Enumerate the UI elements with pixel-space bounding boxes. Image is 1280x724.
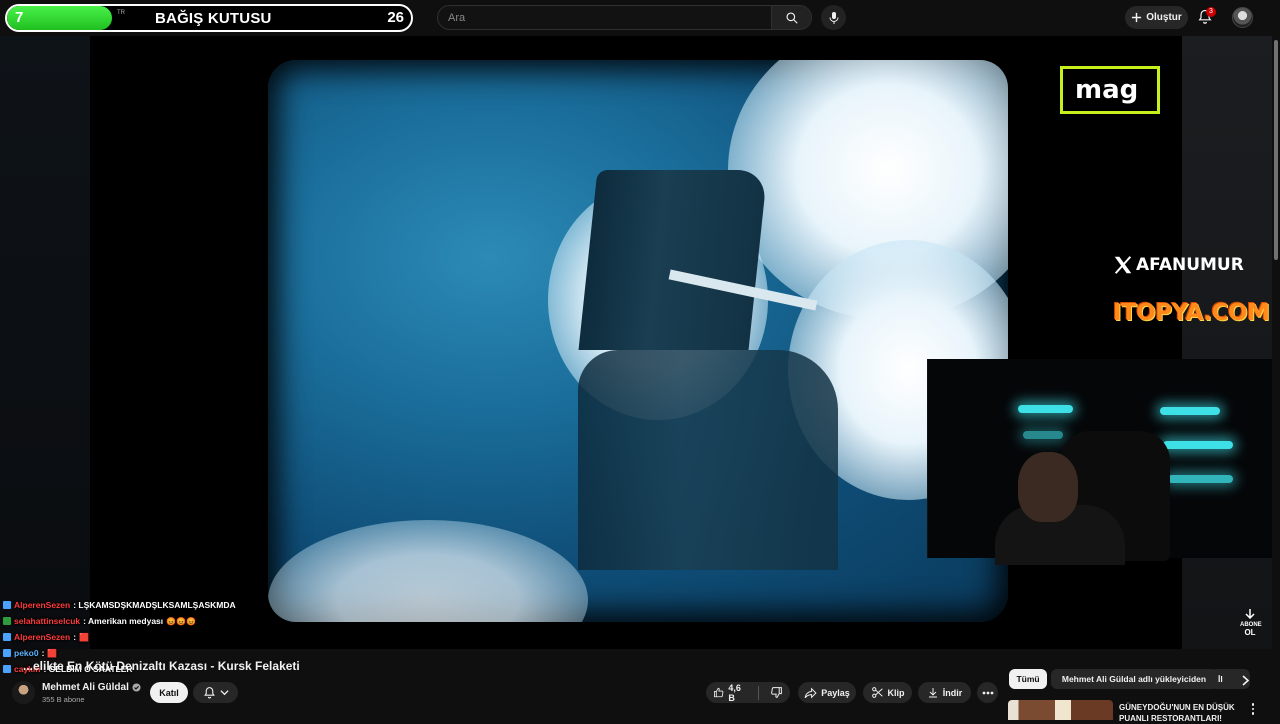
chat-badge-icon (3, 617, 11, 625)
create-button[interactable]: Oluştur (1125, 6, 1188, 29)
clip-button[interactable]: Klip (863, 682, 912, 703)
chat-username: selahattinselcuk (14, 616, 81, 626)
chat-badge-icon (3, 665, 11, 673)
chips-next-button[interactable] (1237, 672, 1253, 688)
notification-count-badge: 3 (1206, 7, 1216, 17)
account-avatar[interactable] (1232, 7, 1253, 28)
like-count: 4,6 B (728, 682, 741, 703)
chat-username: AlperenSezen (14, 600, 71, 610)
chat-message: AlperenSezen : 🟥 (0, 629, 330, 645)
chat-badge-icon (3, 633, 11, 641)
chat-text: : (73, 632, 77, 642)
notifications-button[interactable]: 3 (1197, 7, 1217, 28)
channel-name: Mehmet Ali Güldal (42, 682, 129, 693)
chat-badge-icon (3, 649, 11, 657)
recommendation-more-button[interactable] (1248, 702, 1258, 716)
donation-goal-value: 26 (387, 9, 404, 26)
more-dot (1251, 707, 1255, 711)
share-icon (804, 686, 817, 699)
donation-goal-bar: 7 TR BAĞIŞ KUTUSU 26 (5, 4, 413, 32)
chevron-down-icon (219, 690, 229, 696)
more-dot (1251, 712, 1255, 715)
share-button[interactable]: Paylaş (798, 682, 856, 703)
top-bar: 7 TR BAĞIŞ KUTUSU 26 Oluştur 3 (0, 0, 1280, 36)
more-actions-button[interactable] (977, 682, 998, 703)
chevron-right-icon (1241, 674, 1249, 686)
thumbs-down-icon (771, 687, 782, 698)
sponsor-logo: ITOPYA.COM (1113, 300, 1270, 326)
subscribe-watermark-line2: OL (1244, 628, 1256, 637)
subscriber-count: 355 B abone (42, 695, 85, 704)
x-handle-text: AFANUMUR (1136, 255, 1244, 275)
scissors-icon (871, 687, 883, 698)
chat-text: : Amerikan medyası (83, 616, 164, 626)
recommendation-filter-chips: Tümü Mehmet Ali Güldal adlı yükleyiciden… (1008, 669, 1258, 691)
download-label: İndir (942, 687, 963, 698)
join-button[interactable]: Katıl (150, 682, 188, 703)
search-box (437, 5, 812, 30)
create-label: Oluştur (1146, 12, 1182, 23)
donation-tr-mark: TR (117, 10, 125, 16)
webcam-person-head (1018, 452, 1078, 522)
voice-search-button[interactable] (821, 5, 846, 30)
chat-badge-icon (3, 601, 11, 609)
x-logo-icon (1114, 256, 1132, 274)
mag-logo: mag (1060, 66, 1160, 114)
recommendation-title[interactable]: GÜNEYDOĞU'NUN EN DÜŞÜK PUANLI RESTORANTL… (1119, 702, 1237, 724)
microphone-icon (829, 11, 838, 24)
chat-message: selahattinselcuk : Amerikan medyası 😡😡😡 (0, 613, 330, 629)
chat-username: AlperenSezen (14, 632, 71, 642)
arrow-down-icon (1245, 609, 1255, 620)
video-player[interactable]: mag AFANUMUR ITOPYA.COM ABONE OL (0, 36, 1272, 649)
like-button[interactable]: 4,6 B (706, 682, 754, 703)
subscription-bell-button[interactable] (193, 682, 238, 703)
video-title: ...elikte En Kötü Denizaltı Kazası - Kur… (23, 659, 300, 673)
search-button[interactable] (771, 6, 811, 29)
like-dislike-group: 4,6 B (706, 682, 790, 703)
download-icon (928, 688, 937, 698)
chat-text: : LŞKAMSDŞKMADŞLKSAMLŞASKMDA (73, 600, 236, 610)
download-button[interactable]: İndir (918, 682, 971, 703)
video-scene-submarine (268, 60, 1008, 622)
plus-icon (1132, 12, 1142, 23)
bell-icon (203, 687, 215, 699)
scrollbar-thumb[interactable] (1274, 40, 1278, 260)
like-divider (758, 685, 759, 700)
chat-message: AlperenSezen : LŞKAMSDŞKMADŞLKSAMLŞASKMD… (0, 597, 330, 613)
channel-name-link[interactable]: Mehmet Ali Güldal (42, 682, 141, 693)
chat-emoji: 🟥 (79, 632, 90, 642)
chat-emoji: 😡😡😡 (166, 616, 197, 626)
channel-avatar[interactable] (12, 681, 35, 704)
chat-text: : (41, 648, 45, 658)
chat-emoji: 🟥 (47, 648, 58, 658)
search-icon (785, 11, 798, 24)
chip-all[interactable]: Tümü (1009, 669, 1047, 689)
more-dot (1251, 703, 1255, 706)
dislike-button[interactable] (763, 682, 790, 703)
x-social-handle: AFANUMUR (1112, 254, 1244, 276)
recommendation-thumbnail[interactable] (1008, 700, 1113, 720)
thumbs-up-icon (713, 687, 724, 698)
verified-icon (132, 683, 141, 692)
chat-username: peko0 (14, 648, 39, 658)
more-horizontal-icon (982, 691, 993, 694)
donation-title: BAĞIŞ KUTUSU (155, 10, 272, 27)
chip-from-uploader[interactable]: Mehmet Ali Güldal adlı yükleyiciden (1051, 669, 1217, 689)
stream-left-panel (0, 36, 90, 649)
share-label: Paylaş (821, 687, 850, 698)
clip-label: Klip (887, 687, 905, 698)
donation-current-value: 7 (15, 9, 24, 26)
subscribe-watermark[interactable]: ABONE OL (1240, 609, 1262, 637)
search-input[interactable] (438, 6, 772, 29)
page-scrollbar[interactable] (1272, 36, 1280, 720)
